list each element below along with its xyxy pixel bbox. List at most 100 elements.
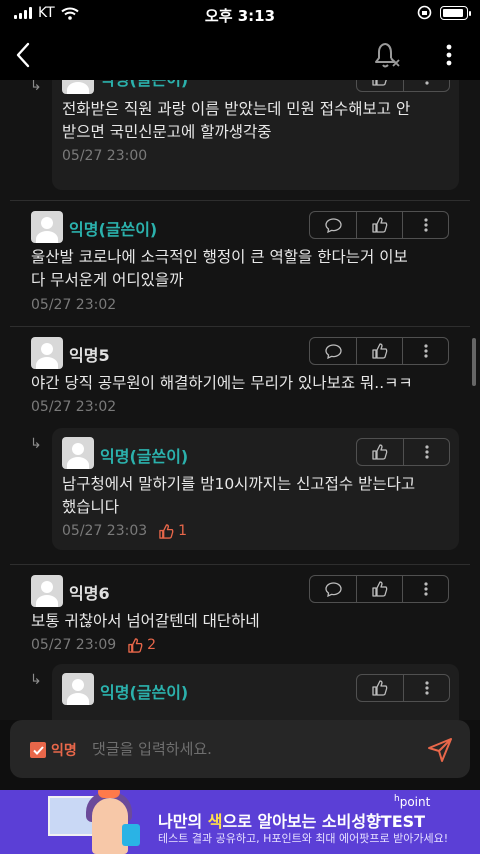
ad-illustration <box>48 790 148 854</box>
thumbs-up-icon <box>371 343 387 359</box>
comment-text-line: 했습니다 <box>62 498 120 516</box>
comment-author: 익명(글쓴이) <box>100 683 189 702</box>
ad-title-highlight: 색 <box>207 812 223 831</box>
comment-author: 익명6 <box>69 584 110 603</box>
anonymous-toggle[interactable]: 익명 <box>30 740 77 760</box>
comment-composer: 익명 <box>0 720 480 790</box>
reply-arrow-icon: ↳ <box>30 672 42 688</box>
comment-more-button[interactable] <box>403 439 449 465</box>
comment-text: 전화받은 직원 과랑 이름 받았는데 민원 접수해보고 안 받으면 국민신문고에… <box>62 98 410 144</box>
comment-meta: 05/27 23:03 1 <box>62 523 187 539</box>
comment-meta: 05/27 23:02 <box>31 297 116 313</box>
chevron-left-icon <box>16 42 30 68</box>
comment-actions <box>356 438 450 466</box>
reply-button[interactable] <box>310 576 356 602</box>
like-count-value: 1 <box>178 523 188 539</box>
comment-text-line: 전화받은 직원 과랑 이름 받았는데 민원 접수해보고 안 <box>62 100 411 118</box>
like-count-value: 2 <box>147 637 157 653</box>
comment-input-bar: 익명 <box>10 720 470 778</box>
like-button[interactable] <box>357 439 403 465</box>
comment-time: 05/27 23:00 <box>62 148 148 164</box>
notification-toggle-button[interactable] <box>370 38 404 72</box>
comment-actions <box>309 211 449 239</box>
speech-bubble-icon <box>324 581 342 597</box>
more-options-button[interactable] <box>432 38 466 72</box>
comment-text: 남구청에서 말하기를 밤10시까지는 신고접수 받는다고 했습니다 <box>62 473 415 519</box>
comment-text-line: 남구청에서 말하기를 밤10시까지는 신고접수 받는다고 <box>62 475 416 493</box>
thumbs-up-icon <box>372 444 388 460</box>
back-button[interactable] <box>6 38 40 72</box>
comment-more-button[interactable] <box>403 80 449 91</box>
comment-more-button[interactable] <box>402 212 448 238</box>
scrollbar[interactable] <box>472 338 476 386</box>
clock: 오후 3:13 <box>204 7 276 25</box>
comment-author: 익명(글쓴이) <box>100 80 188 90</box>
avatar <box>62 80 94 94</box>
comment-actions <box>356 674 450 702</box>
thumbs-up-icon <box>372 680 388 696</box>
comment-text-line: 받으면 국민신문고에 할까생각중 <box>62 123 272 141</box>
like-button[interactable] <box>356 338 402 364</box>
reply-button[interactable] <box>310 212 356 238</box>
thumbs-up-icon <box>371 581 387 597</box>
avatar <box>31 337 63 369</box>
send-button[interactable] <box>426 736 454 764</box>
avatar <box>62 673 94 705</box>
comment-actions <box>356 80 450 92</box>
comment-actions <box>309 575 449 603</box>
comment-text-line: 울산발 코로나에 소극적인 행정이 큰 역할을 한다는거 이보 <box>31 248 408 266</box>
like-count: 2 <box>128 637 156 653</box>
battery-icon <box>440 5 471 20</box>
navigation-bar <box>0 30 480 80</box>
comment-text-line: 야간 당직 공무원이 해결하기에는 무리가 있나보죠 뭐..ㅋㅋ <box>31 374 413 392</box>
ad-title-part: 나만의 <box>158 812 208 831</box>
more-vertical-icon <box>424 81 429 85</box>
reply-arrow-icon: ↳ <box>30 436 42 452</box>
comment-list[interactable]: ↳ 익명(글쓴이) 전화받은 직원 과랑 이름 받았는데 민원 접수해보고 안 … <box>0 80 480 720</box>
speech-bubble-icon <box>324 217 342 233</box>
reply-arrow-icon: ↳ <box>30 80 42 94</box>
like-button[interactable] <box>357 675 403 701</box>
ad-brand: hpoint <box>394 794 430 809</box>
thumbs-up-icon <box>371 217 387 233</box>
comment-text: 울산발 코로나에 소극적인 행정이 큰 역할을 한다는거 이보 다 무서운게 어… <box>31 246 408 292</box>
reply-card: 익명(글쓴이) <box>52 664 459 720</box>
comment-text-line: 보통 귀찮아서 넘어갈텐데 대단하네 <box>31 612 260 630</box>
comment-author: 익명(글쓴이) <box>100 447 189 466</box>
reply-card: 익명(글쓴이) 전화받은 직원 과랑 이름 받았는데 민원 접수해보고 안 받으… <box>52 80 459 190</box>
comment-more-button[interactable] <box>402 338 448 364</box>
more-vertical-icon <box>446 44 452 66</box>
thumbs-up-icon <box>159 523 174 539</box>
more-vertical-icon <box>423 218 428 232</box>
ad-title-part: 으로 알아보는 소비성향TEST <box>222 812 426 831</box>
like-button[interactable] <box>356 212 402 238</box>
comment-input[interactable] <box>92 734 392 764</box>
comment-more-button[interactable] <box>403 675 449 701</box>
ad-banner[interactable]: hpoint 나만의 색으로 알아보는 소비성향TEST 테스트 결과 공유하고… <box>0 790 480 854</box>
like-button[interactable] <box>357 80 403 91</box>
comment-time: 05/27 23:09 <box>31 637 117 653</box>
comment-author: 익명(글쓴이) <box>69 220 158 239</box>
comment-text-line: 다 무서운게 어디있을까 <box>31 271 184 289</box>
comment-more-button[interactable] <box>402 576 448 602</box>
comment-meta: 05/27 23:00 <box>62 148 147 164</box>
comment-text: 보통 귀찮아서 넘어갈텐데 대단하네 <box>31 610 260 633</box>
reply-card: 익명(글쓴이) 남구청에서 말하기를 밤10시까지는 신고접수 받는다고 했습니… <box>52 428 459 550</box>
thumbs-up-icon <box>128 637 143 653</box>
checkbox-checked-icon <box>30 742 46 758</box>
avatar <box>31 575 63 607</box>
avatar <box>31 211 63 243</box>
thumbs-up-icon <box>372 80 387 86</box>
like-button[interactable] <box>356 576 402 602</box>
comment-card: 익명(글쓴이) 울산발 코로나에 소극적인 행정이 큰 역할을 한다는거 이보 … <box>10 200 470 326</box>
send-icon <box>428 738 452 762</box>
ad-subtitle: 테스트 결과 공유하고, H포인트와 최대 에어팟프로 받아가세요! <box>158 832 449 845</box>
bell-off-icon <box>375 43 400 68</box>
orientation-lock-icon <box>417 5 432 20</box>
more-vertical-icon <box>423 344 428 358</box>
comment-time: 05/27 23:03 <box>62 523 148 539</box>
like-count: 1 <box>159 523 187 539</box>
comment-card: 익명5 야간 당직 공무원이 해결하기에는 무리가 있나보죠 뭐..ㅋㅋ 05/… <box>10 326 470 422</box>
comment-time: 05/27 23:02 <box>31 297 117 313</box>
reply-button[interactable] <box>310 338 356 364</box>
